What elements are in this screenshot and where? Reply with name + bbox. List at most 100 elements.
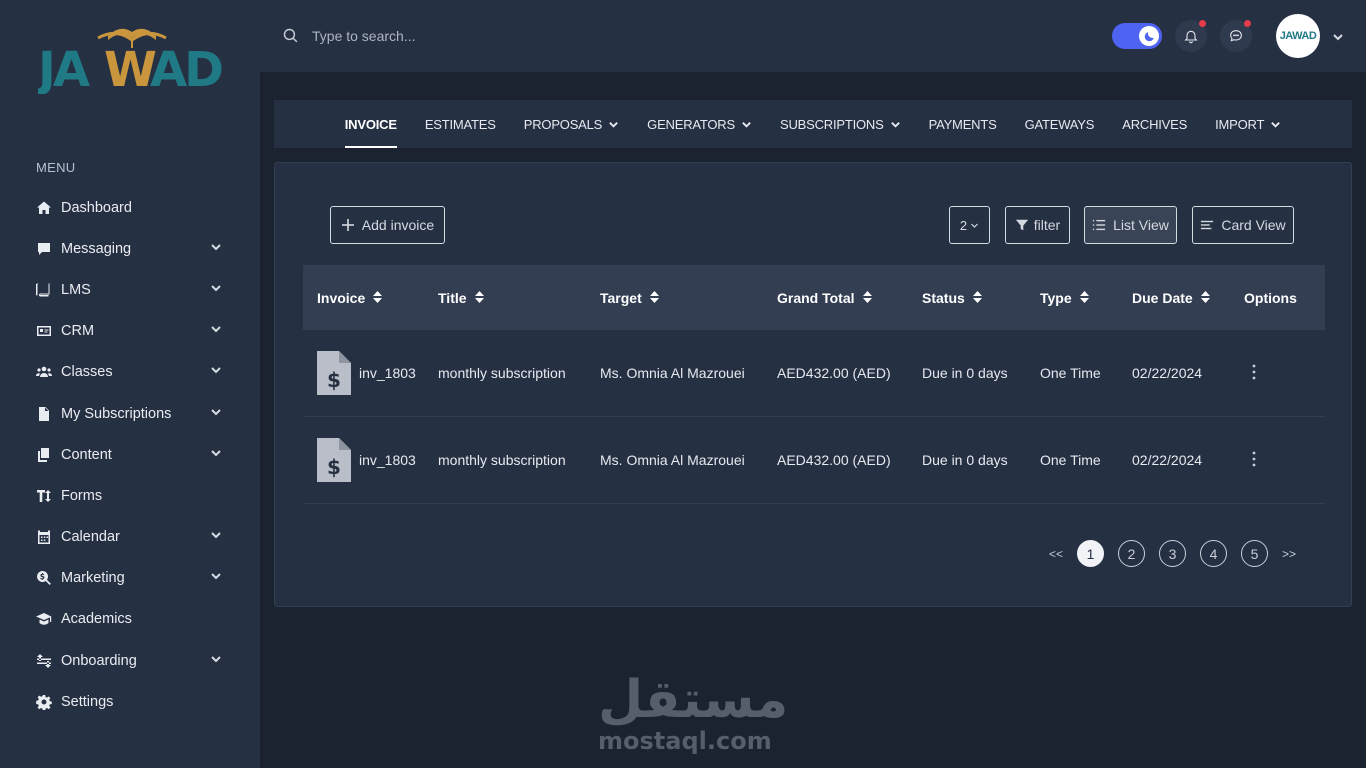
card-view-button[interactable]: Card View — [1192, 206, 1294, 244]
sidebar-item-onboarding[interactable]: Onboarding — [0, 640, 260, 681]
filter-button[interactable]: filter — [1005, 206, 1070, 244]
chevron-down-icon[interactable] — [210, 281, 222, 299]
page-button-5[interactable]: 5 — [1241, 540, 1269, 567]
sidebar-item-academics[interactable]: Academics — [0, 599, 260, 640]
page-button-1[interactable]: 1 — [1077, 540, 1105, 567]
card-lines-icon — [1201, 220, 1214, 230]
chevron-down-icon — [971, 223, 979, 228]
sidebar-item-calendar[interactable]: Calendar — [0, 517, 260, 558]
sort-icon[interactable] — [649, 290, 659, 306]
tab-label: GATEWAYS — [1024, 116, 1095, 132]
table-row[interactable]: $ inv_1803 monthly subscription Ms. Omnia A… — [303, 417, 1325, 504]
cell-type: One Time — [1040, 452, 1132, 468]
sidebar-item-messaging[interactable]: Messaging — [0, 228, 260, 269]
tab-subscriptions[interactable]: SUBSCRIPTIONS — [766, 100, 915, 148]
column-header-invoice[interactable]: Invoice — [303, 290, 438, 306]
more-options-icon[interactable] — [1244, 451, 1256, 470]
tab-generators[interactable]: GENERATORS — [633, 100, 766, 148]
column-header-type[interactable]: Type — [1040, 290, 1132, 306]
add-invoice-label: Add invoice — [361, 217, 435, 233]
page-button-2[interactable]: 2 — [1118, 540, 1146, 567]
sidebar-item-label: CRM — [61, 323, 95, 340]
moon-icon — [1139, 26, 1159, 46]
column-header-target[interactable]: Target — [600, 290, 777, 306]
tab-label: PROPOSALS — [523, 116, 603, 132]
chevron-down-icon[interactable] — [210, 652, 222, 670]
sidebar-item-marketing[interactable]: Marketing — [0, 558, 260, 599]
sidebar-item-lms[interactable]: LMS — [0, 269, 260, 310]
id-card-icon — [35, 322, 53, 340]
chevron-down-icon[interactable] — [210, 240, 222, 258]
chevron-down-icon[interactable] — [210, 569, 222, 587]
gear-icon — [35, 693, 53, 711]
tab-gateways[interactable]: GATEWAYS — [1011, 100, 1109, 148]
more-options-icon[interactable] — [1244, 364, 1256, 383]
add-invoice-button[interactable]: Add invoice — [330, 206, 445, 244]
chevron-down-icon[interactable] — [210, 528, 222, 546]
page-size-select[interactable]: 2 — [949, 206, 990, 244]
svg-text:$: $ — [327, 455, 341, 479]
tab-label: SUBSCRIPTIONS — [779, 116, 884, 132]
tab-archives[interactable]: ARCHIVES — [1108, 100, 1201, 148]
pagination-prev[interactable]: << — [1049, 547, 1063, 561]
pagination: << 1 2 3 4 5 >> — [1049, 540, 1296, 567]
tab-label: PAYMENTS — [928, 116, 997, 132]
search-icon[interactable] — [282, 27, 299, 49]
brand-logo[interactable]: JA W AD — [35, 18, 225, 98]
notifications-button[interactable] — [1175, 20, 1207, 52]
sidebar-item-forms[interactable]: Forms — [0, 475, 260, 516]
column-header-label: Grand Total — [777, 289, 855, 306]
page-button-3[interactable]: 3 — [1159, 540, 1187, 567]
sidebar-item-dashboard[interactable]: Dashboard — [0, 187, 260, 228]
column-header-title[interactable]: Title — [438, 290, 600, 306]
cell-invoice[interactable]: $ inv_1803 — [303, 438, 438, 482]
chevron-down-icon[interactable] — [210, 363, 222, 381]
tab-import[interactable]: IMPORT — [1201, 100, 1295, 148]
column-header-label: Invoice — [317, 289, 366, 306]
sort-icon[interactable] — [1200, 290, 1210, 306]
table-row[interactable]: $ inv_1803 monthly subscription Ms. Omnia A… — [303, 330, 1325, 417]
sort-icon[interactable] — [373, 290, 383, 306]
tab-estimates[interactable]: ESTIMATES — [411, 100, 510, 148]
invoice-tabs: INVOICE ESTIMATES PROPOSALS GENERATORS SUBSC… — [274, 100, 1352, 148]
sidebar-item-settings[interactable]: Settings — [0, 681, 260, 722]
chevron-down-icon[interactable] — [210, 405, 222, 423]
chevron-down-icon[interactable] — [210, 446, 222, 464]
tab-proposals[interactable]: PROPOSALS — [510, 100, 633, 148]
cell-title: monthly subscription — [438, 365, 600, 381]
sidebar-nav: Dashboard Messaging LMS CRM Classes My Subscr… — [0, 187, 260, 722]
sidebar-item-label: Content — [61, 446, 112, 463]
sidebar-item-label: Dashboard — [61, 199, 132, 216]
sidebar-item-content[interactable]: Content — [0, 434, 260, 475]
column-header-due-date[interactable]: Due Date — [1132, 290, 1244, 306]
cell-text: monthly subscription — [438, 452, 566, 468]
sort-icon[interactable] — [862, 290, 872, 306]
list-view-button[interactable]: List View — [1084, 206, 1177, 244]
search-dollar-icon — [35, 569, 53, 587]
graduation-cap-icon — [35, 610, 53, 628]
column-header-grand-total[interactable]: Grand Total — [777, 290, 922, 306]
pagination-next[interactable]: >> — [1282, 547, 1296, 561]
sort-icon[interactable] — [972, 290, 982, 306]
topbar: JAWAD — [260, 0, 1366, 72]
sidebar-item-my-subscriptions[interactable]: My Subscriptions — [0, 393, 260, 434]
chevron-down-icon[interactable] — [1332, 30, 1344, 48]
sidebar-item-label: Onboarding — [61, 652, 137, 669]
bell-icon — [1184, 30, 1198, 44]
sidebar-item-label: Classes — [61, 364, 113, 381]
page-button-4[interactable]: 4 — [1200, 540, 1228, 567]
sidebar-item-classes[interactable]: Classes — [0, 352, 260, 393]
theme-toggle[interactable] — [1112, 23, 1162, 49]
chevron-down-icon[interactable] — [210, 322, 222, 340]
sort-icon[interactable] — [474, 290, 484, 306]
tab-payments[interactable]: PAYMENTS — [915, 100, 1011, 148]
cell-invoice[interactable]: $ inv_1803 — [303, 351, 438, 395]
search-input[interactable] — [312, 24, 612, 48]
tab-invoice[interactable]: INVOICE — [331, 100, 411, 148]
sort-icon[interactable] — [1079, 290, 1089, 306]
avatar[interactable]: JAWAD — [1276, 14, 1320, 58]
text-height-icon — [35, 487, 53, 505]
sidebar-item-crm[interactable]: CRM — [0, 311, 260, 352]
messages-button[interactable] — [1220, 20, 1252, 52]
column-header-status[interactable]: Status — [922, 290, 1040, 306]
